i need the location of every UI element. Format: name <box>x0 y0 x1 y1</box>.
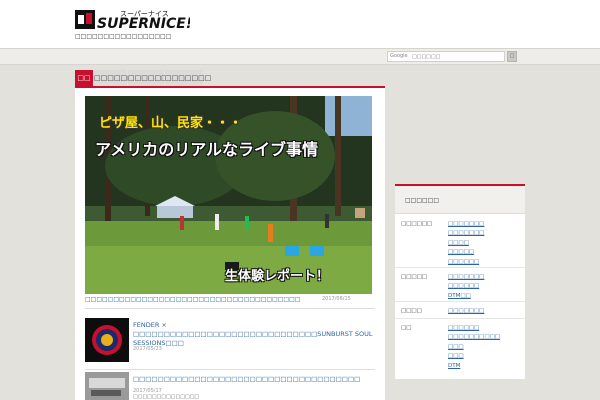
category-link[interactable]: □□□ <box>448 343 500 352</box>
list-item: □□□□□□□□□□□□□□□□□□□□□□□□□□□□□□□□□□□□□ 20… <box>85 372 375 400</box>
list-item: FENDER × □□□□□□□□□□□□□□□□□□□□□□□□□□□□□□S… <box>85 318 375 366</box>
category-link[interactable]: □□□□□□ <box>448 282 484 291</box>
divider <box>85 369 375 370</box>
site-logo[interactable]: SUPERNICE! スーパーナイス <box>75 8 190 30</box>
post-title-link[interactable]: □□□□□□□□□□□□□□□□□□□□□□□□□□□□□□□□□□□□□ <box>133 375 360 383</box>
search-box[interactable]: Google <box>387 51 505 62</box>
tab-category-2[interactable]: □□□□□□□ <box>128 70 174 86</box>
site-tagline: □□□□□□□□□□□□□□□□□ <box>75 33 172 40</box>
category-group: □□ □□□□□□ □□□□□□□□□□ □□□ □□□ DTM <box>395 319 525 371</box>
tab-home[interactable]: □□ <box>75 70 93 86</box>
post-category: □□□□□□□□□□□□□□ <box>133 394 200 400</box>
featured-title-link[interactable]: □□□□□□□□□□□□□□□□□□□□□□□□□□□□□□□□□□□□□□ <box>85 296 300 303</box>
divider <box>85 308 375 309</box>
category-group-name: □□□□□ <box>401 274 427 280</box>
category-group-name: □□□□□□ <box>401 221 433 227</box>
site-header: SUPERNICE! スーパーナイス □□□□□□□□□□□□□□□□□ <box>0 0 600 49</box>
hero-caption-bottom: 生体験レポート！ <box>225 269 330 284</box>
google-label: Google <box>390 53 408 59</box>
category-group: □□□□□ □□□□□□□ □□□□□□ DTM□□ <box>395 268 525 302</box>
post-thumbnail[interactable] <box>85 372 129 400</box>
category-group: □□□□ □□□□□□□ <box>395 302 525 319</box>
category-link[interactable]: □□□□ <box>448 239 484 248</box>
sidebar-title: □□□□□□ <box>395 186 525 214</box>
category-link[interactable]: □□□□□□□ <box>448 229 484 238</box>
category-link[interactable]: □□□□□□□□□□ <box>448 333 500 342</box>
category-group-name: □□□□ <box>401 308 422 314</box>
svg-text:SUPERNICE!: SUPERNICE! <box>97 16 190 30</box>
svg-text:スーパーナイス: スーパーナイス <box>120 10 169 18</box>
category-link[interactable]: □□□□□□ <box>448 258 484 267</box>
hero-caption-top: ピザ屋、山、民家・・・ <box>99 116 243 131</box>
featured-image[interactable]: ピザ屋、山、民家・・・ アメリカのリアルなライブ事情 生体験レポート！ <box>85 96 372 294</box>
category-link[interactable]: □□□□□□ <box>448 324 500 333</box>
hero-caption-main: アメリカのリアルなライブ事情 <box>95 140 319 159</box>
post-title-link[interactable]: FENDER × □□□□□□□□□□□□□□□□□□□□□□□□□□□□□□S… <box>133 321 373 348</box>
tab-category-1[interactable]: □□□□□□ <box>94 70 134 86</box>
category-link[interactable]: □□□□□□□ <box>448 273 484 282</box>
tab-category-3[interactable]: □□□□□□□ <box>165 70 211 86</box>
category-link[interactable]: □□□□□□□ <box>448 307 484 316</box>
sidebar-categories: □□□□□□ □□□□□□ □□□□□□□ □□□□□□□ □□□□ □□□□□… <box>395 184 525 379</box>
category-link[interactable]: □□□ <box>448 352 500 361</box>
category-group-name: □□ <box>401 325 412 331</box>
category-link[interactable]: □□□□□ <box>448 248 484 257</box>
featured-date: 2017/08/15 <box>322 296 351 302</box>
category-group: □□□□□□ □□□□□□□ □□□□□□□ □□□□ □□□□□ □□□□□□ <box>395 215 525 268</box>
post-date: 2017/05/23 <box>133 346 162 352</box>
search-button[interactable]: □ <box>507 51 517 62</box>
main-content: ピザ屋、山、民家・・・ アメリカのリアルなライブ事情 生体験レポート！ □□□□… <box>75 86 385 400</box>
search-input[interactable] <box>412 52 502 61</box>
category-link[interactable]: DTM□□ <box>448 292 484 301</box>
category-link[interactable]: DTM <box>448 362 500 371</box>
category-link[interactable]: □□□□□□□ <box>448 220 484 229</box>
search-bar: Google □ <box>0 49 600 65</box>
post-thumbnail[interactable] <box>85 318 129 362</box>
